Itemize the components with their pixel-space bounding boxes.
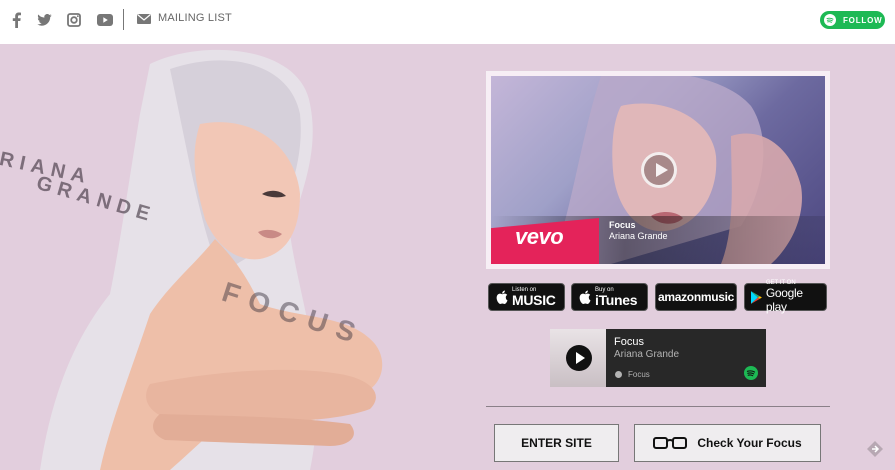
google-play-label: Google play bbox=[765, 286, 803, 314]
itunes-label: iTunes bbox=[595, 292, 638, 308]
top-bar: MAILING LIST FOLLOW bbox=[0, 0, 895, 44]
video-artist: Ariana Grande bbox=[609, 231, 668, 241]
spotify-track-title: Focus bbox=[614, 336, 644, 348]
google-play-button[interactable]: GET IT ON Google play bbox=[744, 280, 827, 314]
follow-label: FOLLOW bbox=[843, 15, 883, 25]
apple-music-button[interactable]: Listen on MUSIC bbox=[488, 283, 565, 311]
spotify-follow-button[interactable]: FOLLOW bbox=[820, 11, 885, 29]
hero-artwork: RIANA GRANDE FOCUS bbox=[0, 44, 480, 470]
check-your-focus-label: Check Your Focus bbox=[697, 436, 802, 450]
amazon-music-label: amazonmusic bbox=[657, 290, 735, 304]
vevo-logo-text: vevo bbox=[515, 224, 564, 249]
spotify-album-name: Focus bbox=[628, 370, 650, 379]
spotify-player[interactable]: Focus Ariana Grande Focus bbox=[606, 329, 766, 387]
badge-icon[interactable] bbox=[866, 440, 884, 458]
divider bbox=[123, 9, 124, 30]
spotify-icon[interactable] bbox=[744, 366, 758, 380]
divider-line bbox=[486, 406, 830, 407]
album-icon bbox=[615, 371, 622, 378]
apple-icon bbox=[579, 290, 591, 304]
glasses-icon bbox=[653, 437, 688, 449]
youtube-icon[interactable] bbox=[96, 11, 114, 29]
enter-site-button[interactable]: ENTER SITE bbox=[494, 424, 619, 462]
spotify-icon bbox=[824, 14, 836, 26]
check-your-focus-button[interactable]: Check Your Focus bbox=[634, 424, 821, 462]
mail-icon[interactable] bbox=[137, 13, 151, 25]
apple-icon bbox=[496, 290, 508, 304]
video-play-button[interactable] bbox=[641, 152, 677, 188]
spotify-track-artist: Ariana Grande bbox=[614, 349, 680, 360]
spotify-play-button[interactable] bbox=[566, 345, 592, 371]
mailing-list-link[interactable]: MAILING LIST bbox=[158, 12, 232, 24]
video-title: Focus bbox=[609, 220, 636, 230]
itunes-button[interactable]: Buy on iTunes bbox=[571, 283, 648, 311]
google-play-icon bbox=[751, 290, 762, 304]
facebook-icon[interactable] bbox=[8, 11, 24, 29]
video-player[interactable]: vevo Focus Ariana Grande bbox=[491, 76, 825, 264]
apple-music-label: MUSIC bbox=[512, 292, 556, 308]
twitter-icon[interactable] bbox=[36, 11, 52, 29]
video-frame: vevo Focus Ariana Grande bbox=[486, 71, 830, 269]
instagram-icon[interactable] bbox=[66, 11, 82, 29]
artist-photo bbox=[40, 49, 383, 470]
amazon-music-button[interactable]: amazonmusic bbox=[655, 283, 737, 311]
